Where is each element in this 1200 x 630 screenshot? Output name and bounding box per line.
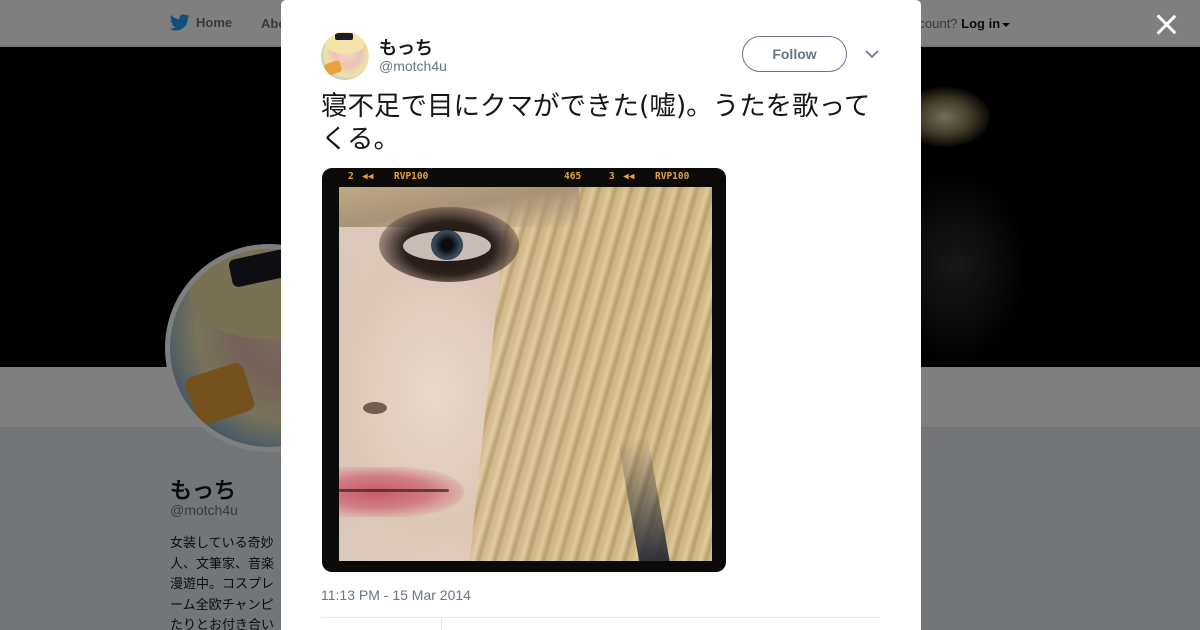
- tweet-text: 寝不足で目にクマができた(嘘)。うたを歌ってくる。: [321, 91, 871, 155]
- photo-lip-line: [339, 489, 449, 492]
- follow-button[interactable]: Follow: [742, 36, 847, 72]
- photo-lips: [339, 467, 464, 517]
- film-arrow-icon: ◀◀: [623, 171, 635, 182]
- chevron-down-icon[interactable]: [865, 47, 879, 61]
- film-label: RVP100: [655, 171, 690, 182]
- film-strip-labels: 2 ◀◀ RVP100 465 3 ◀◀ RVP100: [322, 168, 726, 186]
- tweet-author-handle[interactable]: @motch4u: [379, 58, 447, 74]
- tweet-author-name[interactable]: もっち: [379, 34, 433, 60]
- photo-nose: [363, 402, 387, 414]
- tweet-timestamp[interactable]: 11:13 PM - 15 Mar 2014: [321, 587, 471, 603]
- photo-face: [339, 187, 712, 561]
- film-label: 465: [564, 171, 582, 182]
- avatar-badge: [323, 59, 343, 77]
- tweet-author-avatar[interactable]: [321, 32, 369, 80]
- film-label: 2: [348, 171, 354, 182]
- tweet-photo[interactable]: 2 ◀◀ RVP100 465 3 ◀◀ RVP100: [322, 168, 726, 572]
- close-icon[interactable]: [1155, 13, 1177, 35]
- film-label: 3: [609, 171, 615, 182]
- tweet-modal: もっち @motch4u Follow 寝不足で目にクマができた(嘘)。うたを歌…: [281, 0, 921, 630]
- avatar-bow: [335, 33, 353, 40]
- photo-iris: [431, 230, 463, 260]
- film-arrow-icon: ◀◀: [362, 171, 374, 182]
- film-label: RVP100: [394, 171, 429, 182]
- divider: [321, 617, 881, 618]
- stats-separator: [441, 618, 442, 630]
